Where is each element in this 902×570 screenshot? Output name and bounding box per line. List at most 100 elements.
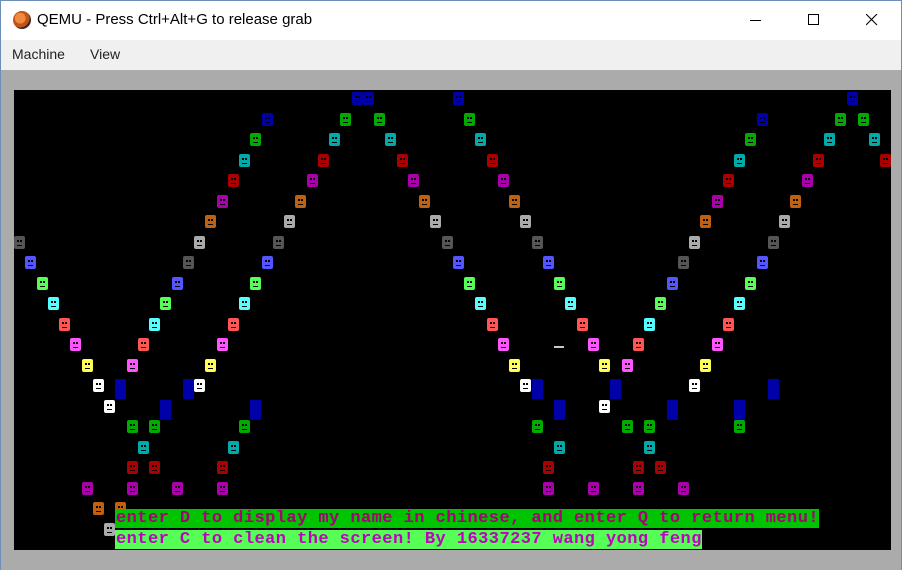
smiley-char: [857, 112, 869, 126]
smiley-char: [59, 317, 70, 331]
title-bar[interactable]: QEMU - Press Ctrl+Alt+G to release grab: [1, 1, 901, 40]
smiley-char: [880, 153, 891, 167]
smiley-char: [734, 153, 745, 167]
menu-bar: Machine View: [1, 40, 901, 70]
smiley-char: [869, 133, 880, 146]
smiley-char: [666, 276, 678, 290]
smiley-char: [734, 420, 745, 433]
smiley-char: [160, 297, 172, 310]
smiley-char: [407, 174, 419, 187]
menu-machine[interactable]: Machine: [12, 46, 65, 62]
close-button[interactable]: [843, 1, 901, 40]
smiley-char: [396, 153, 408, 167]
smiley-char: [362, 92, 374, 105]
smiley-char: [47, 297, 59, 310]
smiley-char: [700, 358, 712, 372]
smiley-char: [745, 276, 757, 290]
smiley-char: [520, 215, 532, 228]
smiley-char: [261, 112, 273, 126]
menu-view[interactable]: View: [90, 46, 120, 62]
smiley-char: [587, 338, 599, 351]
smiley-char: [419, 194, 430, 208]
block-char: [734, 399, 745, 420]
smiley-char: [306, 174, 318, 187]
smiley-char: [104, 399, 115, 413]
smiley-char: [216, 194, 228, 208]
smiley-char: [464, 112, 475, 126]
smiley-char: [486, 317, 498, 331]
smiley-char: [644, 317, 655, 331]
smiley-char: [632, 461, 644, 474]
smiley-char: [486, 153, 498, 167]
smiley-char: [25, 256, 37, 269]
qemu-icon: [13, 11, 31, 29]
block-char: [250, 399, 262, 420]
smiley-char: [790, 194, 802, 208]
smiley-char: [689, 379, 700, 392]
smiley-char: [126, 358, 138, 372]
smiley-char: [92, 502, 104, 515]
smiley-char: [599, 358, 610, 372]
block-char: [115, 379, 127, 399]
smiley-char: [632, 481, 644, 495]
smiley-char: [756, 112, 768, 126]
smiley-char: [340, 112, 352, 126]
smiley-char: [554, 440, 565, 454]
smiley-char: [835, 112, 847, 126]
smiley-char: [722, 174, 734, 187]
smiley-char: [284, 215, 295, 228]
smiley-char: [745, 133, 757, 146]
smiley-char: [509, 194, 520, 208]
smiley-char: [261, 256, 273, 269]
smiley-char: [137, 338, 149, 351]
smiley-char: [621, 358, 633, 372]
block-char: [666, 399, 678, 420]
smiley-char: [520, 379, 532, 392]
smiley-char: [205, 215, 217, 228]
smiley-char: [801, 174, 813, 187]
smiley-char: [846, 92, 858, 105]
minimize-button[interactable]: [727, 1, 785, 40]
instruction-line-2: enter C to clean the screen! By 16337237…: [115, 530, 702, 549]
smiley-char: [644, 440, 655, 454]
block-char: [531, 379, 543, 399]
smiley-char: [542, 481, 554, 495]
smiley-char: [689, 235, 700, 249]
smiley-char: [239, 153, 250, 167]
smiley-char: [767, 235, 779, 249]
smiley-char: [554, 276, 565, 290]
smiley-char: [126, 481, 138, 495]
smiley-char: [216, 461, 228, 474]
smiley-char: [677, 481, 689, 495]
smiley-char: [542, 461, 554, 474]
display-area: enter D to display my name in chinese, a…: [1, 70, 901, 570]
smiley-char: [216, 481, 228, 495]
maximize-icon: [808, 14, 819, 25]
smiley-char: [194, 235, 205, 249]
smiley-char: [250, 133, 262, 146]
smiley-char: [621, 420, 633, 433]
smiley-char: [351, 92, 363, 105]
smiley-char: [531, 420, 543, 433]
smiley-char: [149, 317, 160, 331]
vm-screen[interactable]: enter D to display my name in chinese, a…: [14, 90, 891, 550]
smiley-char: [599, 399, 610, 413]
smiley-char: [329, 133, 340, 146]
smiley-char: [81, 358, 93, 372]
smiley-char: [734, 297, 745, 310]
smiley-char: [239, 297, 250, 310]
smiley-char: [711, 338, 723, 351]
smiley-char: [722, 317, 734, 331]
block-char: [160, 399, 172, 420]
maximize-button[interactable]: [785, 1, 843, 40]
smiley-char: [464, 276, 475, 290]
window-title: QEMU - Press Ctrl+Alt+G to release grab: [37, 11, 313, 28]
smiley-char: [632, 338, 644, 351]
smiley-char: [92, 379, 104, 392]
smiley-char: [644, 420, 655, 433]
smiley-char: [655, 297, 667, 310]
smiley-char: [182, 256, 194, 269]
smiley-char: [374, 112, 385, 126]
smiley-char: [171, 481, 183, 495]
smiley-char: [227, 174, 239, 187]
